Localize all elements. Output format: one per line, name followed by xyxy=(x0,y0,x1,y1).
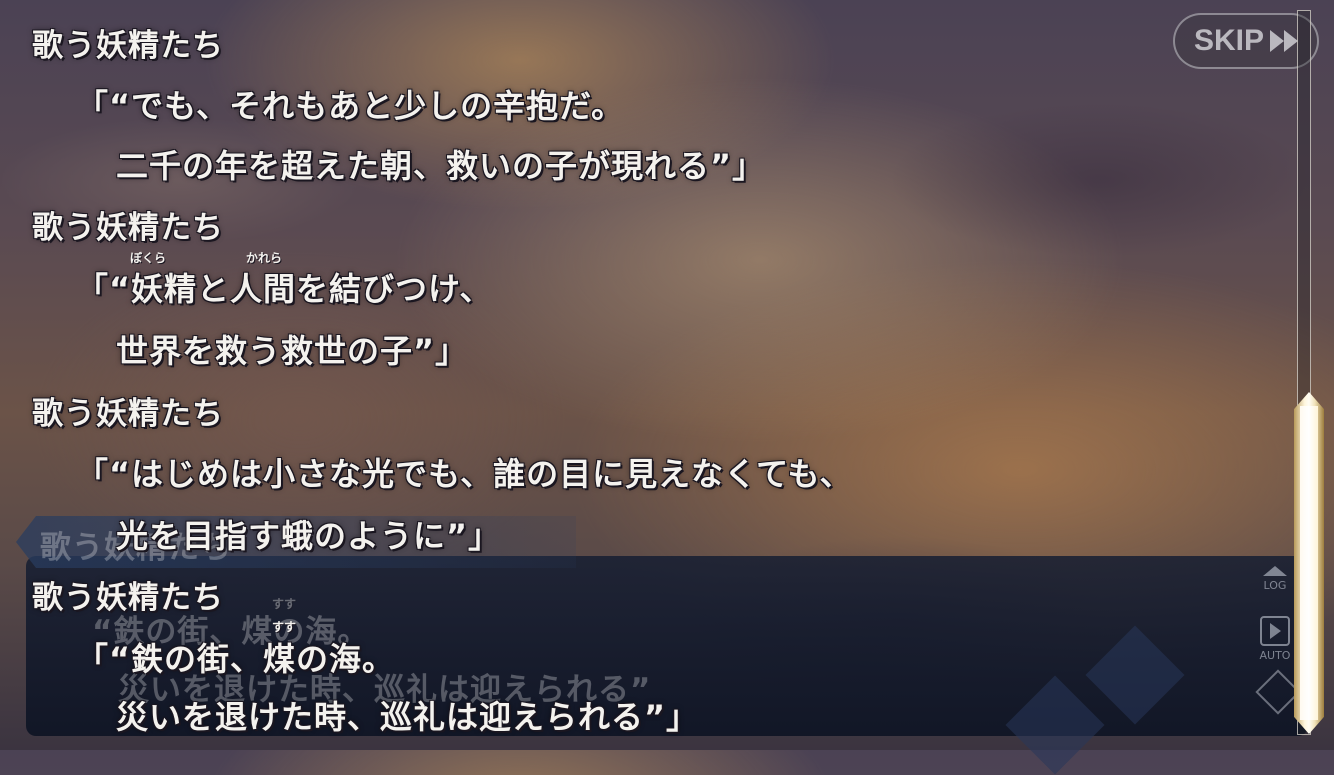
log-entry-line: 「“はじめは小さな光でも、誰の目に見えなくても、 xyxy=(76,455,853,493)
log-entry-line: 「“でも、それもあと少しの辛抱だ。 xyxy=(76,87,625,125)
fast-forward-icon xyxy=(1270,30,1299,52)
log-entry-line: 二千の年を超えた朝、救いの子が現れる”」 xyxy=(116,147,766,185)
log-entry-speaker: 歌う妖精たち xyxy=(32,210,224,246)
log-entry-speaker: 歌う妖精たち xyxy=(32,580,224,616)
log-entry-speaker: 歌う妖精たち xyxy=(32,28,224,64)
backlog-panel[interactable]: 歌う妖精たち 「“でも、それもあと少しの辛抱だ。 二千の年を超えた朝、救いの子が… xyxy=(0,0,1290,750)
log-entry-line: 「“鉄の街、煤の海。 xyxy=(76,640,396,678)
log-entry-line: 「“妖精と人間を結びつけ、 xyxy=(76,270,493,308)
log-entry-line: 世界を救う救世の子”」 xyxy=(116,332,469,370)
skip-label: SKIP xyxy=(1193,24,1265,57)
log-entry-ruby: すす xyxy=(272,620,297,634)
log-entry-line: 災いを退けた時、巡礼は迎えられる”」 xyxy=(116,698,700,736)
log-scrollbar-thumb-highlight xyxy=(1300,406,1318,720)
log-entry-line: 光を目指す蛾のように”」 xyxy=(116,517,502,555)
log-entry-speaker: 歌う妖精たち xyxy=(32,396,224,432)
